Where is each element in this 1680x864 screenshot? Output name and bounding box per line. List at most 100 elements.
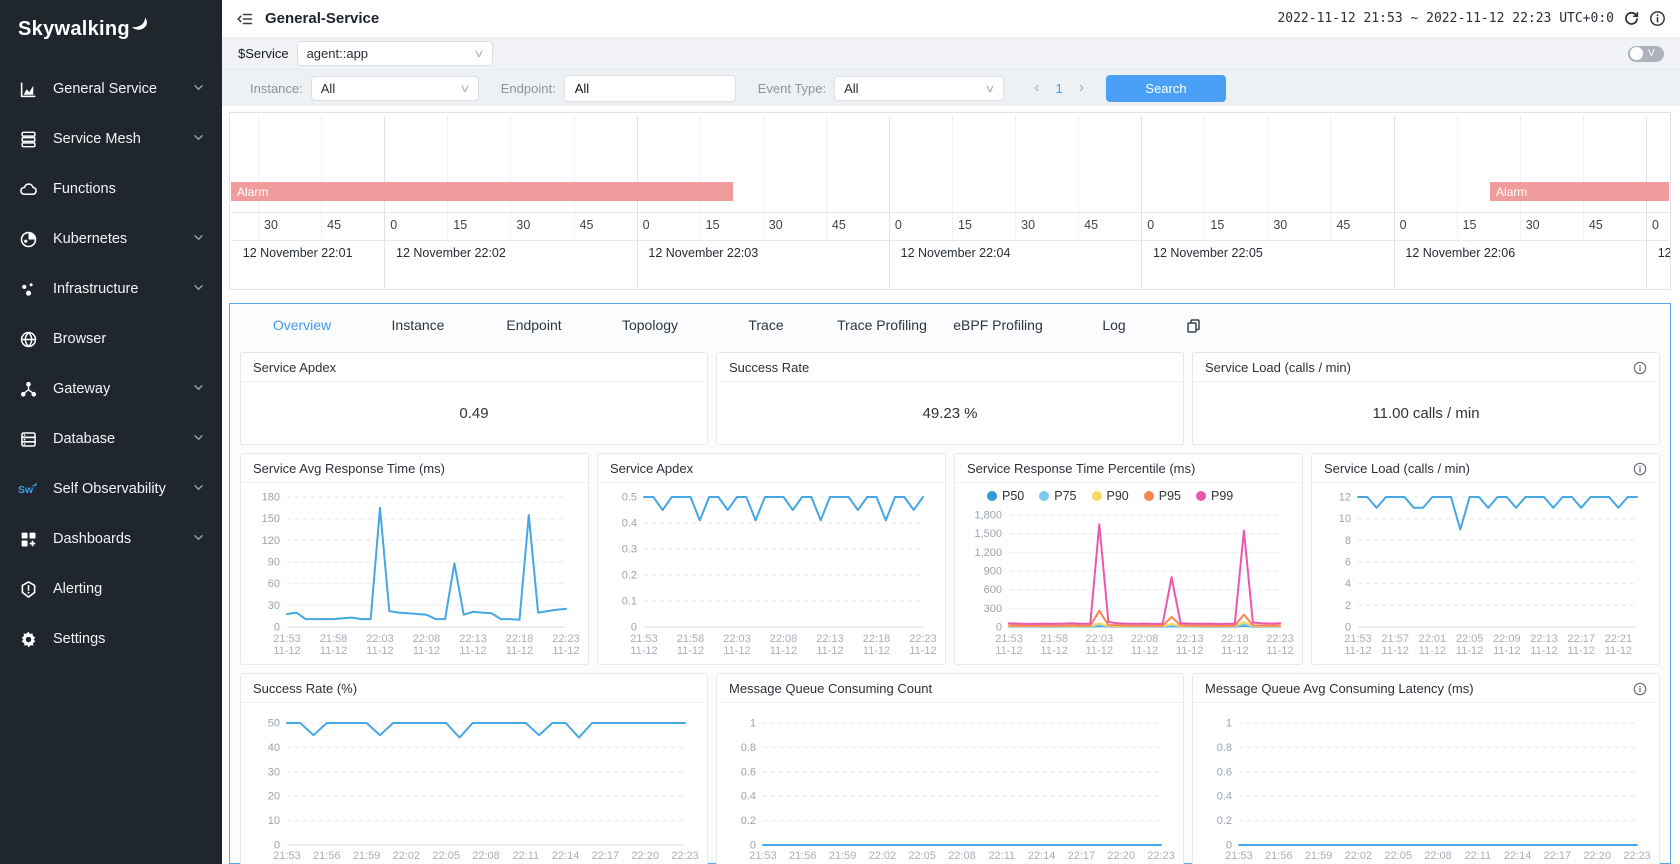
prev-page-button[interactable]: ‹ — [1034, 79, 1039, 97]
service-select[interactable]: agent::app ∨ — [297, 41, 493, 66]
line-chart[interactable]: 03006009001,2001,5001,80021:5311-1221:58… — [955, 509, 1302, 664]
sidebar-item-label: Alerting — [53, 581, 204, 597]
sidebar-item-label: Browser — [53, 331, 204, 347]
timeline-minor-gridline — [321, 116, 322, 240]
timeline-major-gridline — [1646, 116, 1647, 288]
svg-text:22:11: 22:11 — [1464, 850, 1491, 862]
toggle-knob — [1630, 47, 1643, 60]
timeline-tick-label: 45 — [1589, 218, 1603, 232]
line-chart[interactable]: 00.10.20.30.40.521:5311-1221:5811-1222:0… — [598, 483, 945, 664]
svg-text:22:02: 22:02 — [869, 850, 897, 862]
info-icon[interactable] — [1649, 10, 1666, 27]
svg-text:22:23: 22:23 — [909, 633, 937, 645]
event-timeline[interactable]: 3045015304501530450153045015304501530450… — [229, 112, 1671, 290]
tab-topology[interactable]: Topology — [592, 317, 708, 333]
sidebar-item-settings[interactable]: Settings — [0, 614, 222, 664]
sidebar-item-kubernetes[interactable]: Kubernetes — [0, 214, 222, 264]
tab-instance[interactable]: Instance — [360, 317, 476, 333]
tab-log[interactable]: Log — [1056, 317, 1172, 333]
line-chart[interactable]: 02468101221:5311-1221:5711-1222:0111-122… — [1312, 483, 1659, 664]
svg-text:11-12: 11-12 — [816, 645, 843, 657]
timeline-date-label: 12 November 22:06 — [1405, 246, 1515, 260]
chevron-down-icon — [193, 531, 204, 547]
legend-item-p90[interactable]: P90 — [1092, 489, 1129, 503]
svg-text:30: 30 — [268, 766, 280, 778]
page-number[interactable]: 1 — [1055, 81, 1062, 96]
chart-canvas: 00.10.20.30.40.521:5311-1221:5811-1222:0… — [606, 483, 937, 659]
sidebar-item-gateway[interactable]: Gateway — [0, 364, 222, 414]
sidebar-item-label: Kubernetes — [53, 231, 178, 247]
time-range-picker[interactable]: 2022-11-12 21:53 ~ 2022-11-12 22:23 UTC+… — [1277, 11, 1614, 26]
instance-select[interactable]: All ∨ — [311, 76, 479, 101]
timeline-date-label: 12 November 22:05 — [1153, 246, 1263, 260]
tab-trace[interactable]: Trace — [708, 317, 824, 333]
search-button[interactable]: Search — [1106, 75, 1226, 102]
sidebar-item-general-service[interactable]: General Service — [0, 64, 222, 114]
svg-text:1,500: 1,500 — [974, 528, 1002, 540]
next-page-button[interactable]: › — [1079, 79, 1084, 97]
sidebar-item-alerting[interactable]: Alerting — [0, 564, 222, 614]
svg-text:0: 0 — [631, 622, 637, 634]
info-icon[interactable] — [1633, 462, 1647, 476]
svg-text:11-12: 11-12 — [273, 645, 300, 657]
svg-text:11-12: 11-12 — [459, 645, 486, 657]
svg-text:10: 10 — [268, 815, 280, 827]
svg-text:120: 120 — [262, 535, 280, 547]
sidebar-item-infrastructure[interactable]: Infrastructure — [0, 264, 222, 314]
legend-item-p50[interactable]: P50 — [987, 489, 1024, 503]
svg-text:21:53: 21:53 — [1344, 633, 1372, 645]
svg-text:11-12: 11-12 — [770, 645, 797, 657]
alarm-event-bar[interactable]: Alarm — [231, 182, 733, 201]
svg-text:22:05: 22:05 — [1384, 850, 1412, 862]
svg-text:22:17: 22:17 — [592, 850, 620, 862]
tab-endpoint[interactable]: Endpoint — [476, 317, 592, 333]
svg-text:Sw: Sw — [18, 485, 34, 496]
line-chart[interactable]: 0102030405021:5321:5621:5922:0222:0522:0… — [241, 703, 707, 864]
tab-overview[interactable]: Overview — [244, 317, 360, 333]
svg-text:22:08: 22:08 — [948, 850, 976, 862]
alarm-event-bar[interactable]: Alarm — [1490, 182, 1669, 201]
svg-text:90: 90 — [268, 557, 280, 569]
copy-dashboard-icon[interactable] — [1186, 318, 1201, 333]
svg-text:21:53: 21:53 — [273, 850, 301, 862]
main-area: General-Service 2022-11-12 21:53 ~ 2022-… — [222, 0, 1680, 864]
info-icon[interactable] — [1633, 361, 1647, 375]
endpoint-input[interactable]: All — [564, 75, 736, 102]
timeline-minor-gridline — [574, 116, 575, 240]
svg-text:11-12: 11-12 — [1568, 645, 1595, 657]
sidebar-item-service-mesh[interactable]: Service Mesh — [0, 114, 222, 164]
svg-text:21:53: 21:53 — [995, 633, 1023, 645]
svg-text:11-12: 11-12 — [366, 645, 393, 657]
sidebar-item-browser[interactable]: Browser — [0, 314, 222, 364]
svg-text:50: 50 — [268, 718, 280, 730]
sidebar-item-self-observability[interactable]: SwSelf Observability — [0, 464, 222, 514]
refresh-icon[interactable] — [1623, 10, 1640, 27]
legend-item-p99[interactable]: P99 — [1196, 489, 1233, 503]
event-type-select[interactable]: All ∨ — [834, 76, 1004, 101]
stat-card-row: Service Apdex 0.49 Success Rate 49.23 % … — [240, 352, 1660, 445]
svg-text:22:13: 22:13 — [459, 633, 487, 645]
line-chart[interactable]: 00.20.40.60.8121:5321:5621:5922:0222:052… — [717, 703, 1183, 864]
sidebar-item-database[interactable]: Database — [0, 414, 222, 464]
svg-text:0.5: 0.5 — [622, 492, 637, 504]
legend-item-p95[interactable]: P95 — [1144, 489, 1181, 503]
svg-text:60: 60 — [268, 578, 280, 590]
version-toggle[interactable]: V — [1628, 46, 1664, 62]
timeline-tick-label: 0 — [1400, 218, 1407, 232]
timeline-major-gridline — [384, 116, 385, 288]
tab-trace-profiling[interactable]: Trace Profiling — [824, 317, 940, 333]
svg-text:22:05: 22:05 — [908, 850, 936, 862]
chart-row-1: Service Avg Response Time (ms) 030609012… — [240, 453, 1660, 665]
line-chart[interactable]: 00.20.40.60.8121:5321:5621:5922:0222:052… — [1193, 703, 1659, 864]
sidebar-item-functions[interactable]: Functions — [0, 164, 222, 214]
collapse-sidebar-icon[interactable] — [236, 10, 254, 28]
svg-text:11-12: 11-12 — [909, 645, 936, 657]
svg-text:22:08: 22:08 — [1131, 633, 1159, 645]
line-chart[interactable]: 030609012015018021:5311-1221:5811-1222:0… — [241, 483, 588, 664]
info-icon[interactable] — [1633, 682, 1647, 696]
legend-dot — [1092, 491, 1102, 501]
legend-item-p75[interactable]: P75 — [1039, 489, 1076, 503]
tab-ebpf-profiling[interactable]: eBPF Profiling — [940, 317, 1056, 333]
sidebar-item-dashboards[interactable]: Dashboards — [0, 514, 222, 564]
timeline-major-gridline — [1141, 116, 1142, 288]
